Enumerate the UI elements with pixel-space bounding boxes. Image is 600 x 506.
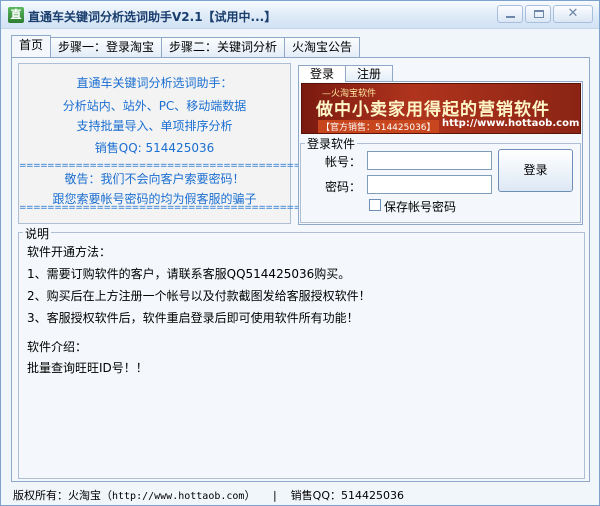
tab-login[interactable]: 登录 bbox=[298, 65, 347, 82]
status-sales-qq: 销售QQ：514425036 bbox=[290, 489, 404, 502]
maximize-button[interactable] bbox=[525, 5, 551, 23]
status-bar: 版权所有：火淘宝（http://www.hottaob.com） | 销售QQ：… bbox=[13, 487, 404, 503]
login-button[interactable]: 登录 bbox=[498, 149, 573, 192]
banner-sales: 【官方销售：514425036】 bbox=[318, 120, 439, 133]
password-input[interactable] bbox=[367, 175, 492, 194]
password-label: 密码： bbox=[325, 180, 362, 194]
status-copyright-end: ） bbox=[244, 489, 256, 502]
maximize-icon bbox=[534, 10, 544, 18]
tab-register[interactable]: 注册 bbox=[345, 65, 394, 82]
desc-line-step1: 1、需要订购软件的客户，请联系客服QQ514425036购买。 bbox=[27, 267, 351, 281]
status-divider: | bbox=[272, 489, 277, 502]
minimize-icon bbox=[506, 16, 515, 18]
tab-step2-keyword-analysis[interactable]: 步骤二：关键词分析 bbox=[161, 37, 286, 57]
info-title: 直通车关键词分析选词助手： bbox=[76, 76, 233, 90]
account-label: 帐号： bbox=[325, 155, 362, 169]
main-tabs: 首页 步骤一：登录淘宝 步骤二：关键词分析 火淘宝公告 bbox=[11, 35, 361, 57]
remember-label[interactable]: 保存帐号密码 bbox=[384, 198, 456, 215]
desc-line-intro-title: 软件介绍： bbox=[27, 340, 88, 354]
info-warning: 敬告：我们不会向客户索要密码！ bbox=[64, 172, 245, 186]
desc-line-intro: 批量查询旺旺ID号！！ bbox=[27, 361, 148, 375]
app-window: 直 直通车关键词分析选词助手V2.1【试用中...】 ✕ 首页 步骤一：登录淘宝… bbox=[0, 0, 600, 506]
info-feature-2: 支持批量导入、单项排序分析 bbox=[76, 119, 233, 133]
info-sales-qq: 销售QQ: 514425036 bbox=[94, 141, 215, 155]
info-separator-bottom: ========================================… bbox=[19, 203, 343, 213]
title-bar[interactable]: 直 直通车关键词分析选词助手V2.1【试用中...】 ✕ bbox=[1, 1, 599, 29]
description-legend: 说明 bbox=[23, 225, 52, 242]
desc-line-step3: 3、客服授权软件后，软件重启登录后即可使用软件所有功能！ bbox=[27, 311, 359, 325]
banner-slogan: 做中小卖家用得起的营销软件 bbox=[316, 100, 550, 120]
login-tabs: 登录 注册 bbox=[298, 65, 394, 82]
window-controls: ✕ bbox=[497, 5, 593, 23]
tab-home[interactable]: 首页 bbox=[11, 35, 52, 57]
close-button[interactable]: ✕ bbox=[553, 5, 593, 23]
tab-step1-login-taobao[interactable]: 步骤一：登录淘宝 bbox=[50, 37, 163, 57]
banner-url: http://www.hottaob.com bbox=[442, 118, 580, 129]
account-input[interactable] bbox=[367, 151, 492, 170]
desc-line-step2: 2、购买后在上方注册一个帐号以及付款截图发给客服授权软件！ bbox=[27, 289, 371, 303]
remember-checkbox[interactable] bbox=[369, 199, 381, 211]
info-box: 直通车关键词分析选词助手： 分析站内、站外、PC、移动端数据 支持批量导入、单项… bbox=[18, 63, 343, 224]
app-icon: 直 bbox=[8, 7, 24, 23]
status-url: http://www.hottaob.com bbox=[112, 491, 245, 502]
close-icon: ✕ bbox=[567, 6, 579, 21]
minimize-button[interactable] bbox=[497, 5, 523, 23]
login-group-label: 登录软件 bbox=[305, 135, 358, 152]
info-feature-1: 分析站内、站外、PC、移动端数据 bbox=[62, 99, 247, 113]
tab-announcement[interactable]: 火淘宝公告 bbox=[284, 37, 361, 57]
window-title: 直通车关键词分析选词助手V2.1【试用中...】 bbox=[28, 10, 277, 24]
desc-line-open-method: 软件开通方法： bbox=[27, 245, 112, 259]
promo-banner: —火淘宝软件 做中小卖家用得起的营销软件 【官方销售：514425036】 ht… bbox=[301, 83, 581, 134]
status-copyright: 版权所有：火淘宝（ bbox=[13, 489, 112, 502]
